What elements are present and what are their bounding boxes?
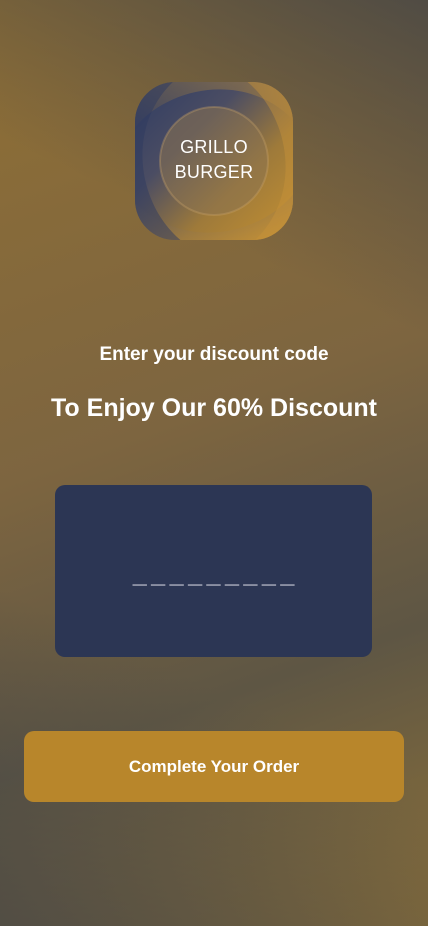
logo-text-line-1: GRILLO bbox=[180, 137, 248, 157]
discount-title: To Enjoy Our 60% Discount bbox=[51, 394, 377, 422]
grillo-burger-logo: GRILLO BURGER bbox=[135, 82, 293, 240]
discount-code-box bbox=[55, 485, 376, 659]
discount-screen: GRILLO BURGER Enter your discount code T… bbox=[0, 0, 428, 926]
logo-swirl-graphic bbox=[135, 82, 293, 240]
complete-order-button[interactable]: Complete Your Order bbox=[24, 731, 404, 802]
discount-subtitle: Enter your discount code bbox=[99, 344, 329, 365]
discount-code-input[interactable] bbox=[55, 485, 376, 659]
logo-text-line-2: BURGER bbox=[174, 162, 254, 182]
